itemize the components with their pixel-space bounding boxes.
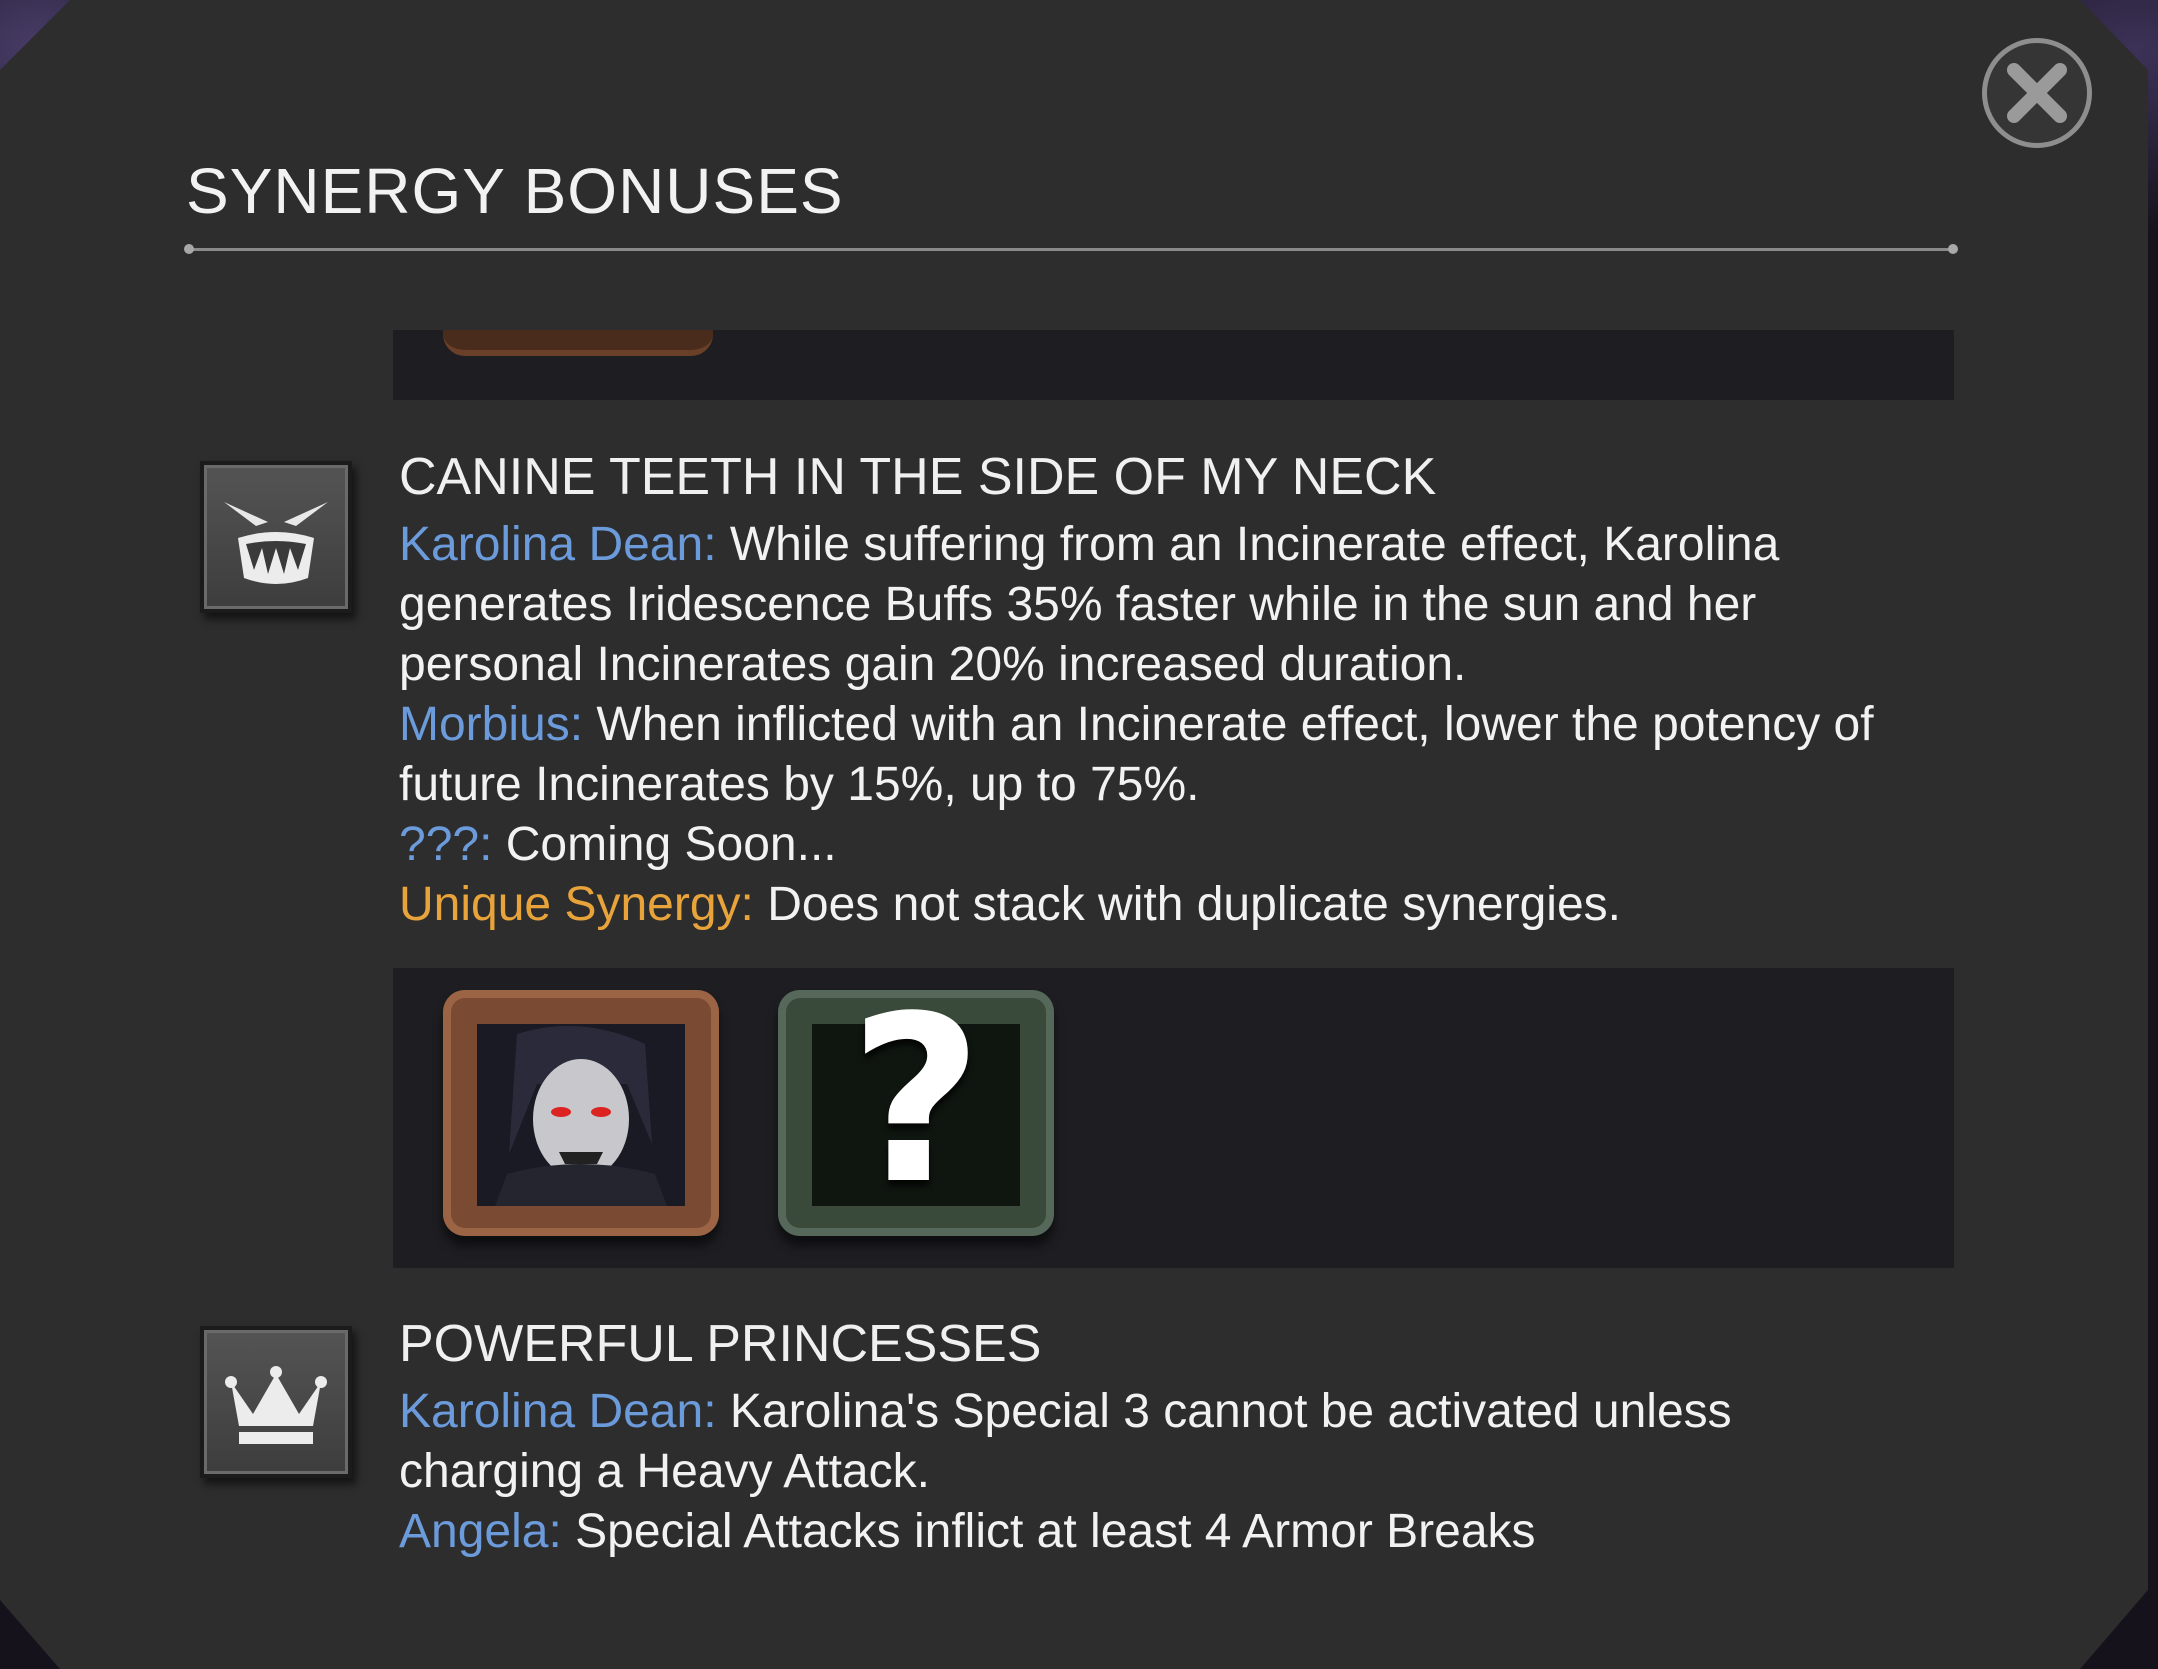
effect-line: ???: Coming Soon... <box>399 815 1899 875</box>
effect-text: Special Attacks inflict at least 4 Armor… <box>575 1505 1536 1558</box>
effect-line: Morbius: When inflicted with an Incinera… <box>399 695 1899 815</box>
previous-champion-frame <box>443 330 713 356</box>
champion-label: Karolina Dean: <box>399 1385 717 1438</box>
unknown-champion-slot[interactable]: ? <box>778 968 1054 1236</box>
effect-line: Angela: Special Attacks inflict at least… <box>399 1502 1899 1562</box>
unique-synergy-label: Unique Synergy: <box>399 878 754 931</box>
question-mark-icon: ? <box>849 968 983 1235</box>
dialog-title: SYNERGY BONUSES <box>186 155 844 227</box>
synergy-description: Karolina Dean: While suffering from an I… <box>399 515 1899 935</box>
effect-text: Coming Soon... <box>505 818 837 871</box>
morbius-portrait[interactable] <box>443 990 719 1236</box>
close-x-icon <box>2007 63 2067 123</box>
effect-line: Karolina Dean: Karolina's Special 3 cann… <box>399 1382 1899 1502</box>
champion-label: Angela: <box>399 1505 562 1558</box>
portrait-image <box>477 1024 685 1206</box>
previous-champion-panel <box>393 330 1954 400</box>
champion-label: ???: <box>399 818 493 871</box>
crown-icon <box>200 1326 352 1478</box>
champion-label: Karolina Dean: <box>399 518 717 571</box>
effect-text: When inflicted with an Incinerate effect… <box>399 698 1874 811</box>
synergy-list[interactable]: CANINE TEETH IN THE SIDE OF MY NECK Karo… <box>150 325 1960 1577</box>
synergy-description: Karolina Dean: Karolina's Special 3 cann… <box>399 1382 1899 1562</box>
effect-line: Karolina Dean: While suffering from an I… <box>399 515 1899 695</box>
synergy-title: CANINE TEETH IN THE SIDE OF MY NECK <box>399 448 1437 506</box>
close-button[interactable] <box>1982 38 2092 148</box>
effect-text: Does not stack with duplicate synergies. <box>767 878 1621 931</box>
fangs-icon <box>200 461 352 613</box>
title-divider <box>184 244 1958 254</box>
effect-line: Unique Synergy: Does not stack with dupl… <box>399 875 1899 935</box>
synergy-title: POWERFUL PRINCESSES <box>399 1315 1042 1373</box>
champion-panel: ? <box>393 968 1954 1268</box>
champion-label: Morbius: <box>399 698 584 751</box>
synergy-dialog: SYNERGY BONUSES CANINE TEETH IN THE SIDE… <box>0 0 2148 1669</box>
